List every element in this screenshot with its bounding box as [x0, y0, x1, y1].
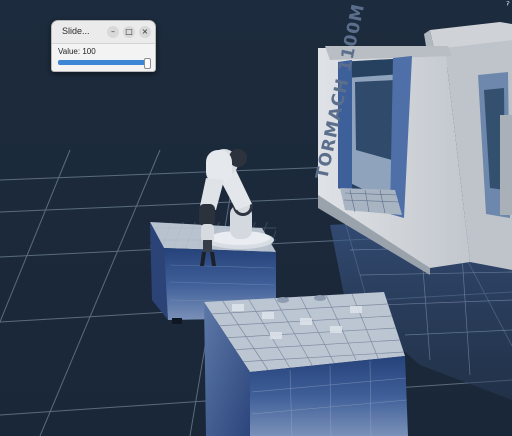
window-titlebar[interactable]: Slide... – □ ×	[52, 21, 155, 44]
window-title: Slide...	[62, 26, 90, 36]
value-label: Value: 100	[58, 47, 96, 56]
slider-window: Slide... – □ × Value: 100	[51, 20, 156, 72]
front-worktable	[204, 292, 408, 436]
close-icon[interactable]: ×	[139, 26, 151, 38]
minimize-icon[interactable]: –	[107, 26, 119, 38]
window-body: Value: 100	[52, 44, 155, 71]
value-slider[interactable]	[58, 58, 151, 69]
slider-fill	[58, 60, 147, 65]
corner-indicator-icon: ˀ	[505, 0, 510, 12]
slider-handle[interactable]	[144, 58, 151, 69]
maximize-icon[interactable]: □	[123, 26, 135, 38]
